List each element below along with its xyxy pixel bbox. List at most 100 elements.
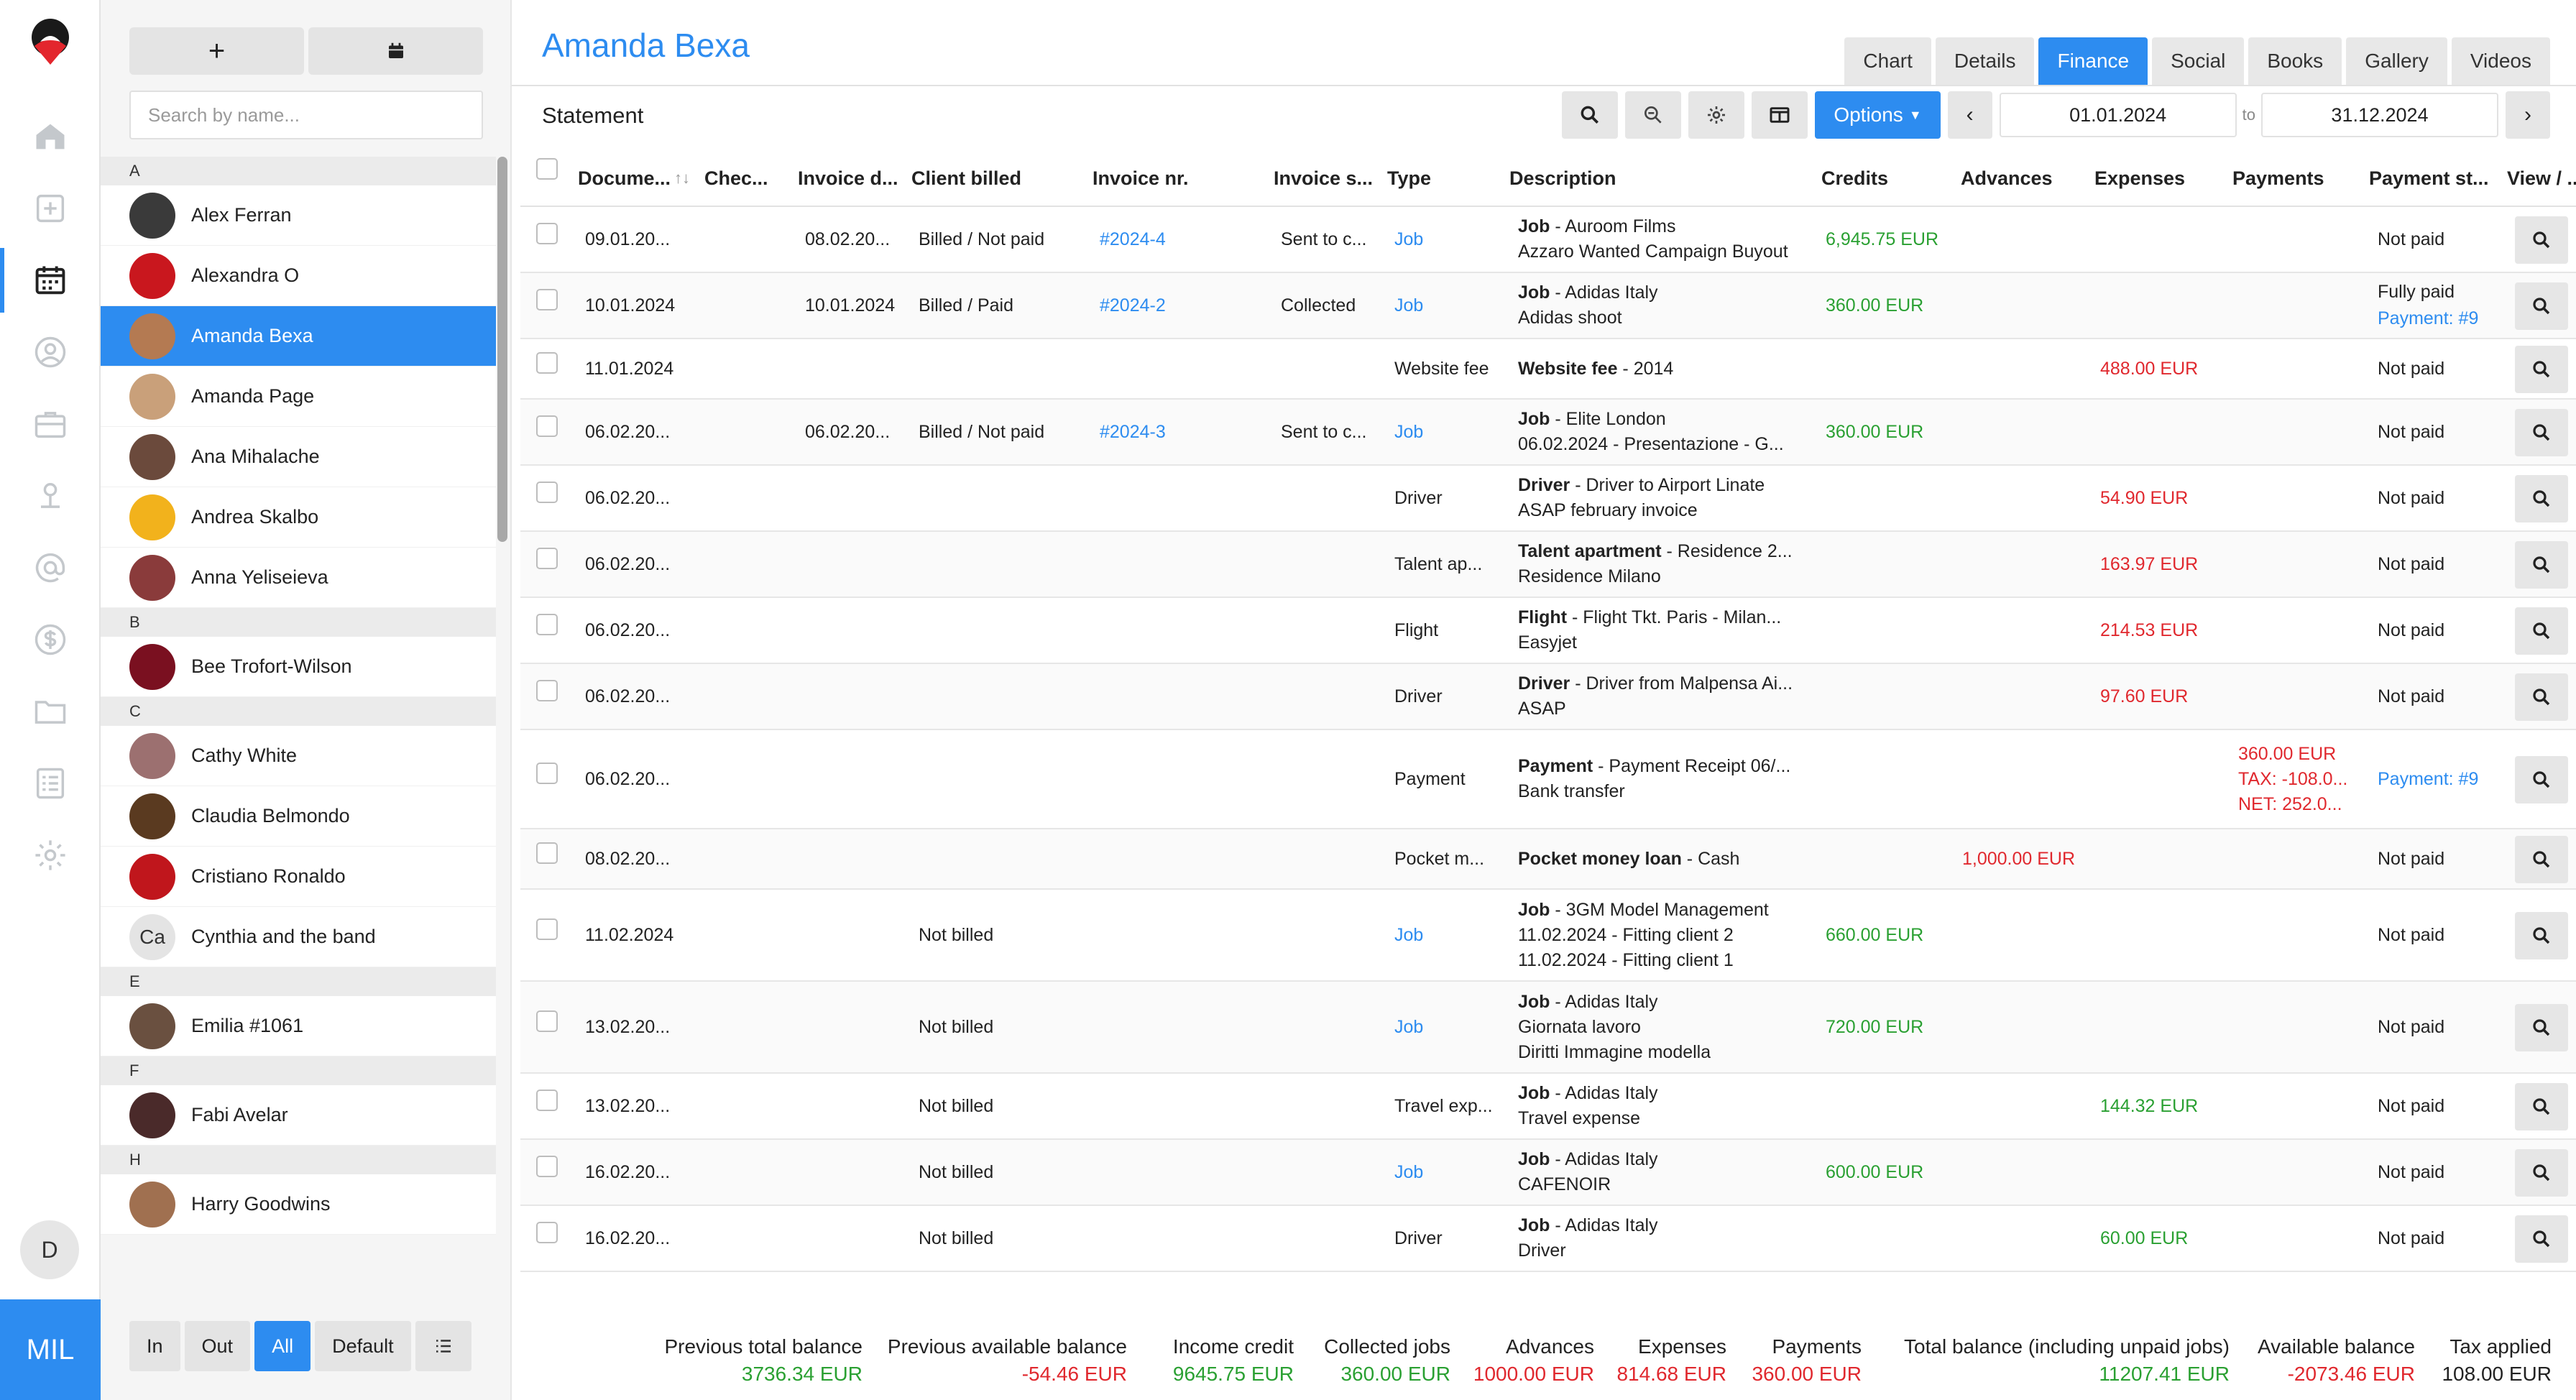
view-row-button[interactable] [2515,673,2568,721]
filter-all-button[interactable]: All [254,1321,311,1371]
row-checkbox[interactable] [536,352,558,374]
payment-link[interactable]: Payment: #9 [2378,308,2478,329]
row-checkbox[interactable] [536,1090,558,1111]
view-row-button[interactable] [2515,282,2568,330]
col-checked[interactable]: Chec... [704,167,768,190]
location-icon[interactable] [32,477,69,515]
tab-gallery[interactable]: Gallery [2346,37,2447,85]
person-list-item[interactable]: Fabi Avelar [101,1085,496,1146]
row-checkbox[interactable] [536,763,558,784]
prev-period-button[interactable]: ‹ [1947,91,1992,139]
table-row[interactable]: 09.01.20... 08.02.20... Billed / Not paid #… [520,207,2576,273]
settings-button[interactable] [1688,91,1745,139]
table-row[interactable]: 06.02.20... Payment Payment - Payment Rece… [520,730,2576,829]
tab-chart[interactable]: Chart [1844,37,1931,85]
add-person-button[interactable]: + [129,27,304,75]
row-checkbox[interactable] [536,1010,558,1032]
type-link[interactable]: Job [1394,295,1423,316]
filter-in-button[interactable]: In [129,1321,180,1371]
person-list-item[interactable]: Harry Goodwins [101,1174,496,1235]
folder-icon[interactable] [32,693,69,730]
invoice-number-link[interactable]: #2024-3 [1100,422,1166,443]
col-client-billed[interactable]: Client billed [911,167,1021,190]
select-all-checkbox[interactable] [536,158,558,180]
view-row-button[interactable] [2515,607,2568,655]
calendar-icon[interactable] [32,262,69,299]
row-checkbox[interactable] [536,482,558,503]
invoice-number-link[interactable]: #2024-4 [1100,229,1166,250]
row-checkbox[interactable] [536,614,558,635]
user-avatar[interactable]: D [20,1220,79,1279]
person-list-item[interactable]: Bee Trofort-Wilson [101,637,496,697]
view-row-button[interactable] [2515,836,2568,883]
col-view[interactable]: View / ... [2507,167,2576,190]
col-document[interactable]: Docume... [578,167,671,190]
col-invoice-status[interactable]: Invoice s... [1274,167,1373,190]
view-row-button[interactable] [2515,1215,2568,1263]
table-row[interactable]: 10.01.2024 10.01.2024 Billed / Paid #2024-2… [520,273,2576,339]
view-row-button[interactable] [2515,475,2568,522]
table-row[interactable]: 16.02.20... Not billed Job Job - Adidas Ita… [520,1140,2576,1206]
table-row[interactable]: 08.02.20... Pocket m... Pocket money loan … [520,829,2576,890]
tab-videos[interactable]: Videos [2451,37,2550,85]
brand-badge[interactable]: MIL [0,1299,101,1400]
person-list-item[interactable]: Alex Ferran [101,185,496,246]
table-row[interactable]: 06.02.20... Talent ap... Talent apartment … [520,532,2576,598]
date-from-input[interactable]: 01.01.2024 [1999,93,2237,137]
col-description[interactable]: Description [1509,167,1616,190]
col-advances[interactable]: Advances [1961,167,2053,190]
add-icon[interactable] [32,190,69,227]
table-row[interactable]: 11.01.2024 Website fee Website fee - 2014 4… [520,339,2576,400]
view-row-button[interactable] [2515,346,2568,393]
col-credits[interactable]: Credits [1821,167,1888,190]
person-list-item[interactable]: Alexandra O [101,246,496,306]
table-row[interactable]: 06.02.20... Flight Flight - Flight Tkt. Pa… [520,598,2576,664]
view-row-button[interactable] [2515,756,2568,803]
sort-icon[interactable]: ↑↓ [674,169,690,188]
table-row[interactable]: 13.02.20... Not billed Travel exp... Job - … [520,1074,2576,1140]
list-view-button[interactable] [415,1321,472,1371]
row-checkbox[interactable] [536,548,558,569]
row-checkbox[interactable] [536,1222,558,1243]
search-input[interactable] [129,91,483,139]
filter-out-button[interactable]: Out [184,1321,251,1371]
row-checkbox[interactable] [536,289,558,310]
type-link[interactable]: Job [1394,1017,1423,1038]
table-row[interactable]: 06.02.20... Driver Driver - Driver to Airp… [520,466,2576,532]
view-row-button[interactable] [2515,216,2568,264]
row-checkbox[interactable] [536,680,558,701]
person-list-item[interactable]: Claudia Belmondo [101,786,496,847]
person-list-item[interactable]: Anna Yeliseieva [101,548,496,608]
view-row-button[interactable] [2515,1083,2568,1130]
calendar-button[interactable] [308,27,483,75]
type-link[interactable]: Job [1394,422,1423,443]
person-list-item[interactable]: Amanda Page [101,367,496,427]
row-checkbox[interactable] [536,415,558,437]
row-checkbox[interactable] [536,1156,558,1177]
view-row-button[interactable] [2515,1004,2568,1051]
row-checkbox[interactable] [536,918,558,940]
type-link[interactable]: Job [1394,229,1423,250]
person-list-item[interactable]: Emilia #1061 [101,996,496,1056]
row-checkbox[interactable] [536,223,558,244]
list-scrollbar[interactable] [497,157,507,542]
view-row-button[interactable] [2515,409,2568,456]
settings-icon[interactable] [32,837,69,874]
col-payments[interactable]: Payments [2232,167,2324,190]
table-row[interactable]: 13.02.20... Not billed Job Job - Adidas Ita… [520,982,2576,1074]
person-list-item[interactable]: Cathy White [101,726,496,786]
zoom-out-button[interactable] [1625,91,1682,139]
table-row[interactable]: 11.02.2024 Not billed Job Job - 3GM Model M… [520,890,2576,982]
search-button[interactable] [1562,91,1619,139]
briefcase-icon[interactable] [32,405,69,443]
home-icon[interactable] [32,118,69,155]
tab-finance[interactable]: Finance [2038,37,2148,85]
view-row-button[interactable] [2515,912,2568,959]
person-list-item[interactable]: Cristiano Ronaldo [101,847,496,907]
col-invoice-nr[interactable]: Invoice nr. [1092,167,1189,190]
tab-social[interactable]: Social [2152,37,2245,85]
at-sign-icon[interactable] [32,549,69,586]
table-row[interactable]: 06.02.20... Driver Driver - Driver from Ma… [520,664,2576,730]
table-row[interactable]: 16.02.20... Not billed Driver Job - Adidas … [520,1206,2576,1272]
col-payment-status[interactable]: Payment st... [2369,167,2489,190]
